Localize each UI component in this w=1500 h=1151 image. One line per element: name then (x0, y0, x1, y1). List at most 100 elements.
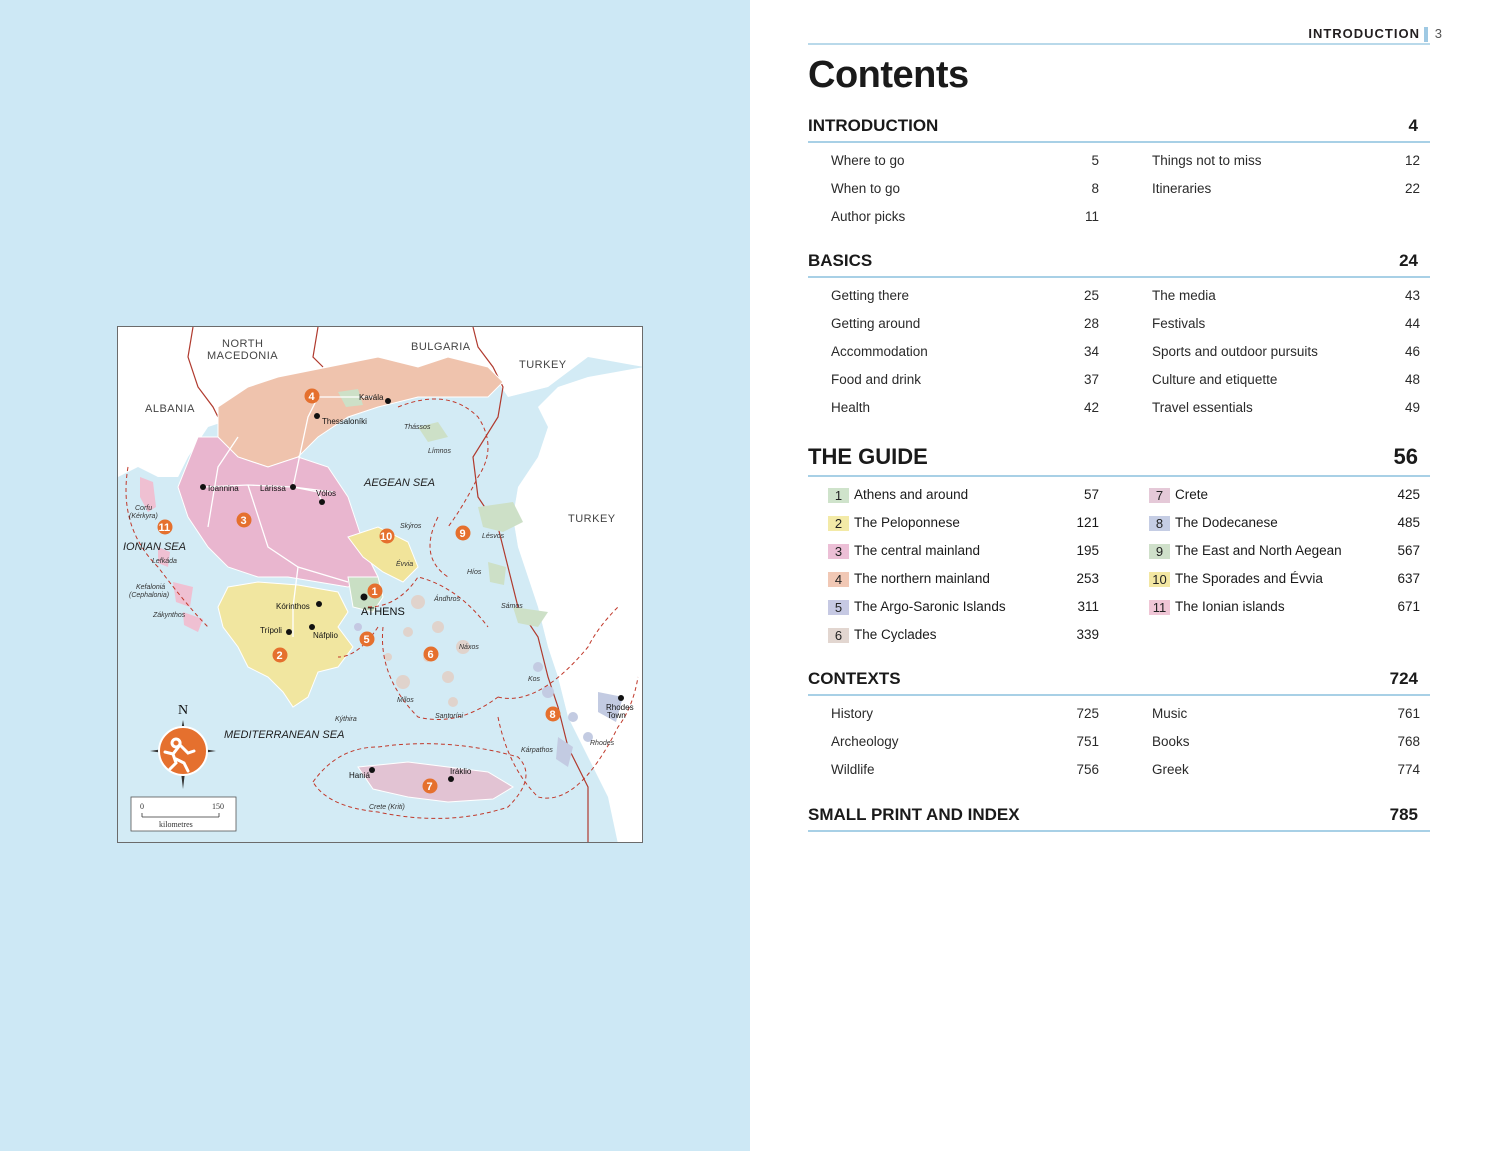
running-head-bar (1424, 27, 1428, 42)
toc-entry[interactable]: Getting there 25 (831, 286, 1099, 306)
chapter-number-badge: 11 (1149, 600, 1170, 615)
map-label-bulgaria: BULGARIA (411, 341, 471, 353)
map-label-city: Haniá (349, 771, 370, 780)
map-label-city: Vólos (316, 489, 336, 498)
toc-entry[interactable]: Books 768 (1152, 732, 1420, 752)
chapter-page: 637 (1397, 571, 1420, 586)
toc-entry-label: History (831, 706, 874, 721)
toc-entry-page: 44 (1404, 316, 1420, 331)
chapter-title: Athens and around (854, 487, 969, 502)
guide-chapter-entry[interactable]: 4 The northern mainland 253 (828, 569, 1099, 589)
map-label-city: Trípoli (260, 626, 282, 635)
toc-entry[interactable]: Food and drink 37 (831, 370, 1099, 390)
guide-chapter-entry[interactable]: 2 The Peloponnese 121 (828, 513, 1099, 533)
toc-entry-label: Sports and outdoor pursuits (1152, 344, 1318, 359)
map-label-turkey: TURKEY (519, 359, 567, 371)
toc-entry[interactable]: History 725 (831, 704, 1099, 724)
toc-entry[interactable]: Music 761 (1152, 704, 1420, 724)
section-heading-contexts[interactable]: CONTEXTS 724 (808, 661, 1430, 696)
map-label-city: Kavála (359, 393, 384, 402)
toc-entry[interactable]: Where to go 5 (831, 151, 1099, 171)
toc-entry[interactable]: Health 42 (831, 398, 1099, 418)
toc-entry[interactable]: Wildlife 756 (831, 760, 1099, 780)
region-badge-2: 2 (277, 650, 283, 662)
toc-entry[interactable]: Greek 774 (1152, 760, 1420, 780)
toc-entry[interactable]: Itineraries 22 (1152, 179, 1420, 199)
map-label-city: Thessaloníki (322, 417, 367, 426)
section-heading-the-guide[interactable]: THE GUIDE 56 (808, 440, 1430, 477)
toc-entry[interactable]: Things not to miss 12 (1152, 151, 1420, 171)
chapter-title: The Argo-Saronic Islands (854, 599, 1006, 614)
toc-entry[interactable]: Getting around 28 (831, 314, 1099, 334)
toc-entry-page: 774 (1397, 762, 1420, 777)
map-label-turkey: TURKEY (568, 513, 616, 525)
toc-entry[interactable]: Travel essentials 49 (1152, 398, 1420, 418)
guide-chapter-entry[interactable]: 1 Athens and around 57 (828, 485, 1099, 505)
toc-entry-label: Author picks (831, 209, 906, 224)
guide-chapter-entry[interactable]: 5 The Argo-Saronic Islands 311 (828, 597, 1099, 617)
map-label-island: Híos (467, 569, 482, 576)
running-head-label: INTRODUCTION (1308, 26, 1420, 41)
greece-regions-map: NORTH MACEDONIA BULGARIA TURKEY ALBANIA … (117, 326, 643, 843)
toc-entry[interactable]: The media 43 (1152, 286, 1420, 306)
section-heading-introduction[interactable]: INTRODUCTION 4 (808, 108, 1430, 143)
map-label-island: Kefaloniá (136, 584, 165, 591)
map-label-north-macedonia: NORTH (222, 338, 263, 350)
guide-chapter-entry[interactable]: 9 The East and North Aegean 567 (1149, 541, 1420, 561)
region-badge-11: 11 (159, 522, 171, 534)
toc-entry-page: 12 (1404, 153, 1420, 168)
toc-entry[interactable]: Culture and etiquette 48 (1152, 370, 1420, 390)
toc-entry[interactable]: Archeology 751 (831, 732, 1099, 752)
section-heading-basics[interactable]: BASICS 24 (808, 243, 1430, 278)
guide-chapter-entry[interactable]: 3 The central mainland 195 (828, 541, 1099, 561)
toc-entry[interactable]: Festivals 44 (1152, 314, 1420, 334)
toc-entry-label: Things not to miss (1152, 153, 1262, 168)
guide-chapter-entry[interactable]: 8 The Dodecanese 485 (1149, 513, 1420, 533)
chapter-number-badge: 4 (828, 572, 849, 587)
toc-entry-label: Wildlife (831, 762, 875, 777)
toc-entry-page: 761 (1397, 706, 1420, 721)
toc-entry-label: Greek (1152, 762, 1189, 777)
toc-entry-label: Archeology (831, 734, 899, 749)
section-label: CONTEXTS (808, 669, 901, 688)
toc-entry[interactable]: When to go 8 (831, 179, 1099, 199)
toc-entry-page: 42 (1083, 400, 1099, 415)
toc-entry[interactable]: Accommodation 34 (831, 342, 1099, 362)
section-heading-small-print[interactable]: SMALL PRINT AND INDEX 785 (808, 797, 1430, 832)
map-label-city: Lárissa (260, 484, 286, 493)
chapter-number-badge: 8 (1149, 516, 1170, 531)
scale-unit: kilometres (159, 820, 193, 829)
guide-chapter-entry[interactable]: 7 Crete 425 (1149, 485, 1420, 505)
chapter-page: 57 (1083, 487, 1099, 502)
toc-entry-page: 5 (1091, 153, 1099, 168)
toc-entry-page: 11 (1084, 209, 1099, 224)
chapter-page: 671 (1397, 599, 1420, 614)
map-label-aegean-sea: AEGEAN SEA (363, 477, 435, 489)
region-badge-5: 5 (364, 634, 370, 646)
guide-chapter-entry[interactable]: 10 The Sporades and Évvia 637 (1149, 569, 1420, 589)
chapter-page: 339 (1076, 627, 1099, 642)
chapter-page: 567 (1397, 543, 1420, 558)
chapter-number-badge: 2 (828, 516, 849, 531)
toc-entry-label: Getting around (831, 316, 921, 331)
guide-chapter-entry[interactable]: 6 The Cyclades 339 (828, 625, 1099, 645)
toc-entry-page: 751 (1076, 734, 1099, 749)
map-svg: NORTH MACEDONIA BULGARIA TURKEY ALBANIA … (118, 327, 642, 842)
page-title: Contents (808, 54, 969, 96)
toc-entry[interactable]: Author picks 11 (831, 207, 1099, 227)
map-label-island: Rhodes (590, 740, 615, 747)
region-badge-1: 1 (372, 586, 378, 598)
section-page: 4 (1408, 116, 1418, 135)
chapter-page: 485 (1397, 515, 1420, 530)
map-label-island: Corfu (135, 505, 152, 512)
guide-chapter-entry[interactable]: 11 The Ionian islands 671 (1149, 597, 1420, 617)
chapter-page: 253 (1076, 571, 1099, 586)
map-label-ionian-sea: IONIAN SEA (123, 541, 186, 553)
chapter-number-badge: 5 (828, 600, 849, 615)
map-label-island: Crete (Kriti) (369, 804, 405, 811)
toc-entry-page: 756 (1076, 762, 1099, 777)
toc-entry-page: 22 (1404, 181, 1420, 196)
map-label-island: Santoríni (435, 713, 463, 720)
chapter-page: 425 (1397, 487, 1420, 502)
toc-entry[interactable]: Sports and outdoor pursuits 46 (1152, 342, 1420, 362)
